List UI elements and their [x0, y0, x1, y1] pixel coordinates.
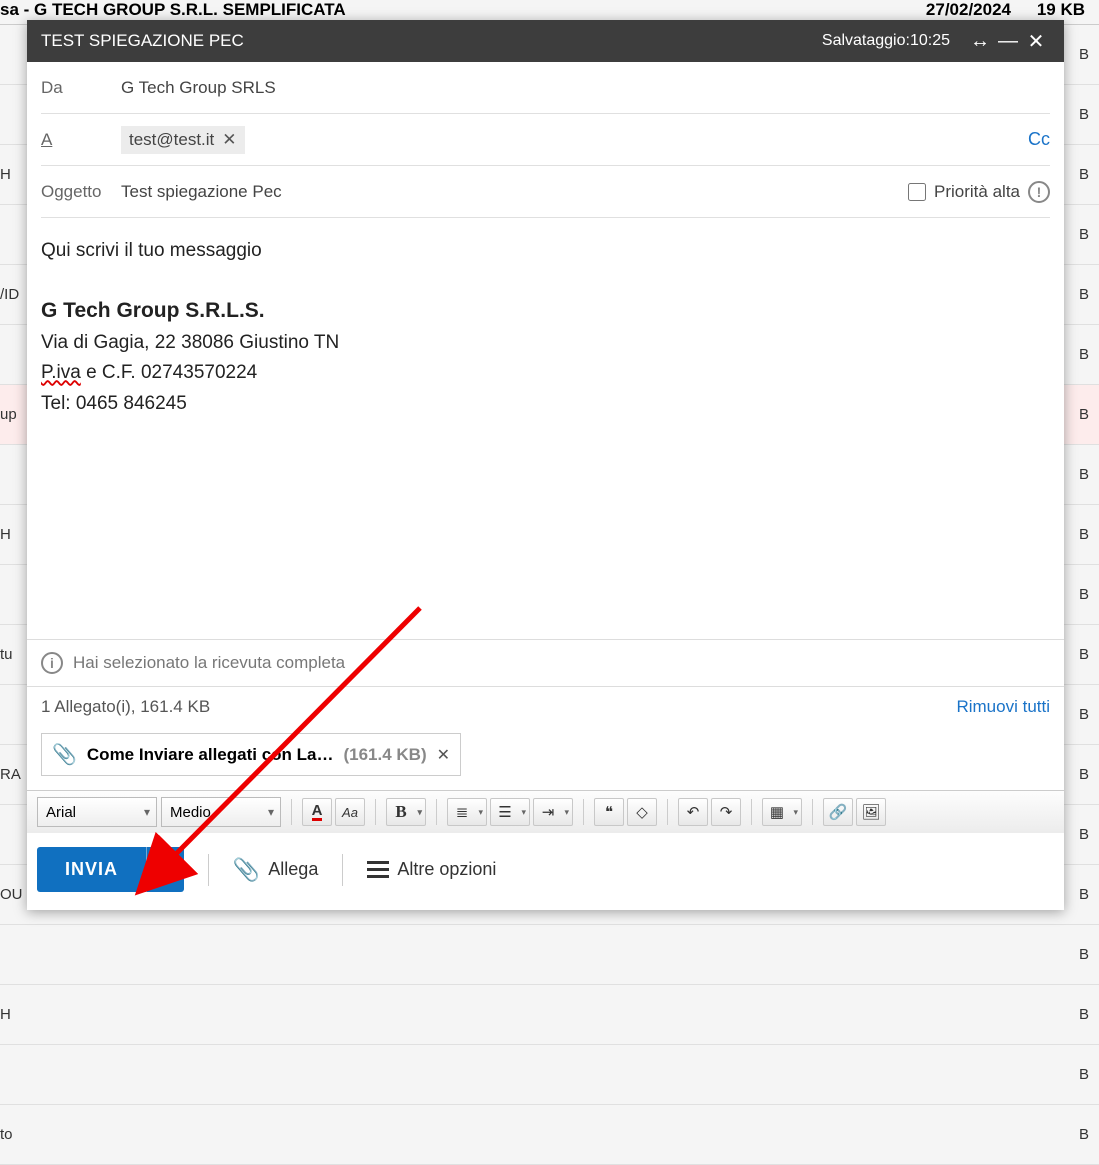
recipient-chip[interactable]: test@test.it ✕ [121, 126, 245, 154]
save-status: Salvataggio:10:25 [822, 32, 950, 50]
send-button[interactable]: INVIA [37, 847, 146, 892]
signature: G Tech Group S.R.L.S. Via di Gagia, 22 3… [41, 294, 1050, 419]
bold-button[interactable]: B [386, 798, 426, 826]
text-color-button[interactable]: A [302, 798, 332, 826]
compose-window: TEST SPIEGAZIONE PEC Salvataggio:10:25 ↔… [27, 20, 1064, 910]
remove-attachment-icon[interactable]: ✕ [437, 745, 450, 765]
sig-company: G Tech Group S.R.L.S. [41, 294, 1050, 328]
receipt-text: Hai selezionato la ricevuta completa [73, 653, 345, 673]
minimize-icon[interactable]: — [994, 30, 1022, 53]
bg-row[interactable]: B [0, 925, 1099, 985]
quote-button[interactable]: ❝ [594, 798, 624, 826]
priority-checkbox[interactable] [908, 183, 926, 201]
bg-row[interactable]: toB [0, 1105, 1099, 1165]
message-body[interactable]: Qui scrivi il tuo messaggio G Tech Group… [27, 218, 1064, 639]
info-icon: i [41, 652, 63, 674]
recipient-email: test@test.it [129, 130, 214, 150]
menu-icon [367, 861, 389, 878]
sig-piva: P.iva e C.F. 02743570224 [41, 358, 1050, 388]
insert-button[interactable]: ▦ [762, 798, 802, 826]
image-button[interactable]: 🖼 [856, 798, 886, 826]
sig-tel: Tel: 0465 846245 [41, 389, 1050, 419]
attachment-size: (161.4 KB) [343, 745, 426, 765]
attach-button[interactable]: 📎 Allega [233, 857, 318, 883]
bullet-list-button[interactable]: ≣ [447, 798, 487, 826]
subject-label: Oggetto [41, 182, 121, 202]
expand-icon[interactable]: ↔ [966, 30, 994, 53]
undo-button[interactable]: ↶ [678, 798, 708, 826]
bg-header-size: 19 KB [1011, 0, 1091, 20]
window-title: TEST SPIEGAZIONE PEC [41, 31, 822, 51]
attachment-name: Come Inviare allegati con La… [87, 745, 334, 765]
body-placeholder: Qui scrivi il tuo messaggio [41, 236, 1050, 266]
cc-button[interactable]: Cc [1028, 129, 1050, 150]
bg-header-date: 27/02/2024 [881, 0, 1011, 20]
attach-icon: 📎 [233, 857, 260, 883]
close-icon[interactable]: ✕ [1022, 29, 1050, 54]
paperclip-icon: 📎 [52, 742, 77, 767]
remove-all-link[interactable]: Rimuovi tutti [956, 697, 1050, 717]
from-row: Da G Tech Group SRLS [41, 62, 1050, 114]
bg-row[interactable]: B [0, 1045, 1099, 1105]
from-value: G Tech Group SRLS [121, 78, 1050, 98]
text-style-button[interactable]: Aa [335, 798, 365, 826]
indent-button[interactable]: ⇥ [533, 798, 573, 826]
send-dropdown[interactable]: ▼ [146, 847, 184, 892]
clear-format-button[interactable]: ◇ [627, 798, 657, 826]
more-options-button[interactable]: Altre opzioni [367, 859, 496, 880]
to-label[interactable]: A [41, 130, 121, 150]
attachments-summary: 1 Allegato(i), 161.4 KB [41, 697, 956, 717]
bg-header-subject: sa - G TECH GROUP S.R.L. SEMPLIFICATA [0, 0, 881, 20]
redo-button[interactable]: ↷ [711, 798, 741, 826]
priority-label: Priorità alta [934, 182, 1020, 202]
sig-address: Via di Gagia, 22 38086 Giustino TN [41, 328, 1050, 358]
attachment-chip[interactable]: 📎 Come Inviare allegati con La… (161.4 K… [41, 733, 461, 776]
send-bar: INVIA ▼ 📎 Allega Altre opzioni [27, 833, 1064, 910]
priority-info-icon[interactable]: ! [1028, 181, 1050, 203]
to-row: A test@test.it ✕ Cc [41, 114, 1050, 166]
remove-recipient-icon[interactable]: ✕ [222, 130, 236, 150]
font-select[interactable]: Arial [37, 797, 157, 827]
bg-row[interactable]: HB [0, 985, 1099, 1045]
subject-row: Oggetto Test spiegazione Pec Priorità al… [41, 166, 1050, 218]
from-label: Da [41, 78, 121, 98]
numbered-list-button[interactable]: ☰ [490, 798, 530, 826]
font-size-select[interactable]: Medio [161, 797, 281, 827]
receipt-info-bar: i Hai selezionato la ricevuta completa [27, 639, 1064, 686]
attachments-bar: 1 Allegato(i), 161.4 KB Rimuovi tutti [27, 686, 1064, 727]
titlebar: TEST SPIEGAZIONE PEC Salvataggio:10:25 ↔… [27, 20, 1064, 62]
link-button[interactable]: 🔗 [823, 798, 853, 826]
format-toolbar: Arial Medio A Aa B ≣ ☰ ⇥ ❝ ◇ ↶ ↷ ▦ 🔗 🖼 [27, 790, 1064, 833]
